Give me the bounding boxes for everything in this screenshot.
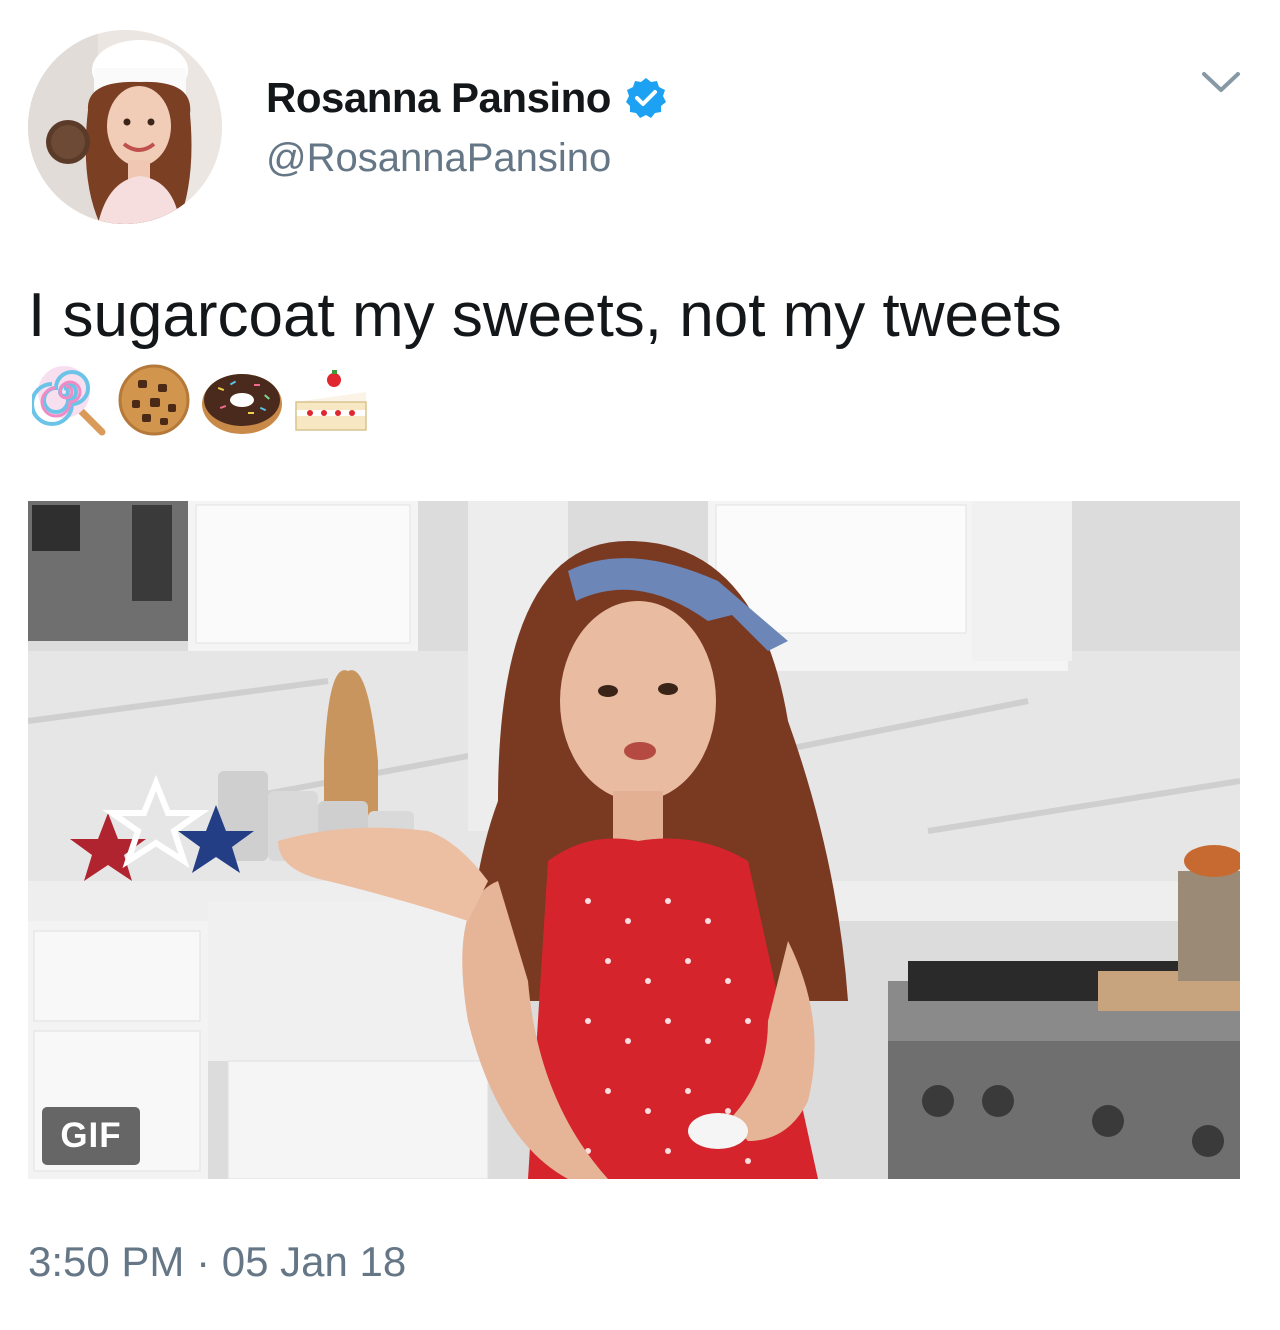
tweet-text: I sugarcoat my sweets, not my tweets [28,281,1062,350]
cookie-icon [116,362,192,438]
gif-badge: GIF [42,1107,140,1165]
gif-media[interactable]: GIF [28,501,1240,1179]
avatar[interactable] [28,30,222,224]
shortcake-icon [292,362,370,438]
timestamp[interactable]: 3:50 PM · 05 Jan 18 [28,1238,406,1286]
chevron-down-icon[interactable] [1198,66,1244,100]
user-handle[interactable]: @RosannaPansino [266,136,611,181]
verified-badge-icon [625,77,667,119]
display-name[interactable]: Rosanna Pansino [266,74,667,122]
display-name-text: Rosanna Pansino [266,74,611,121]
doughnut-icon [200,362,284,438]
emoji-row [32,362,370,438]
tweet: Rosanna Pansino @RosannaPansino I sugarc… [0,0,1280,1330]
lollipop-icon [32,362,108,438]
